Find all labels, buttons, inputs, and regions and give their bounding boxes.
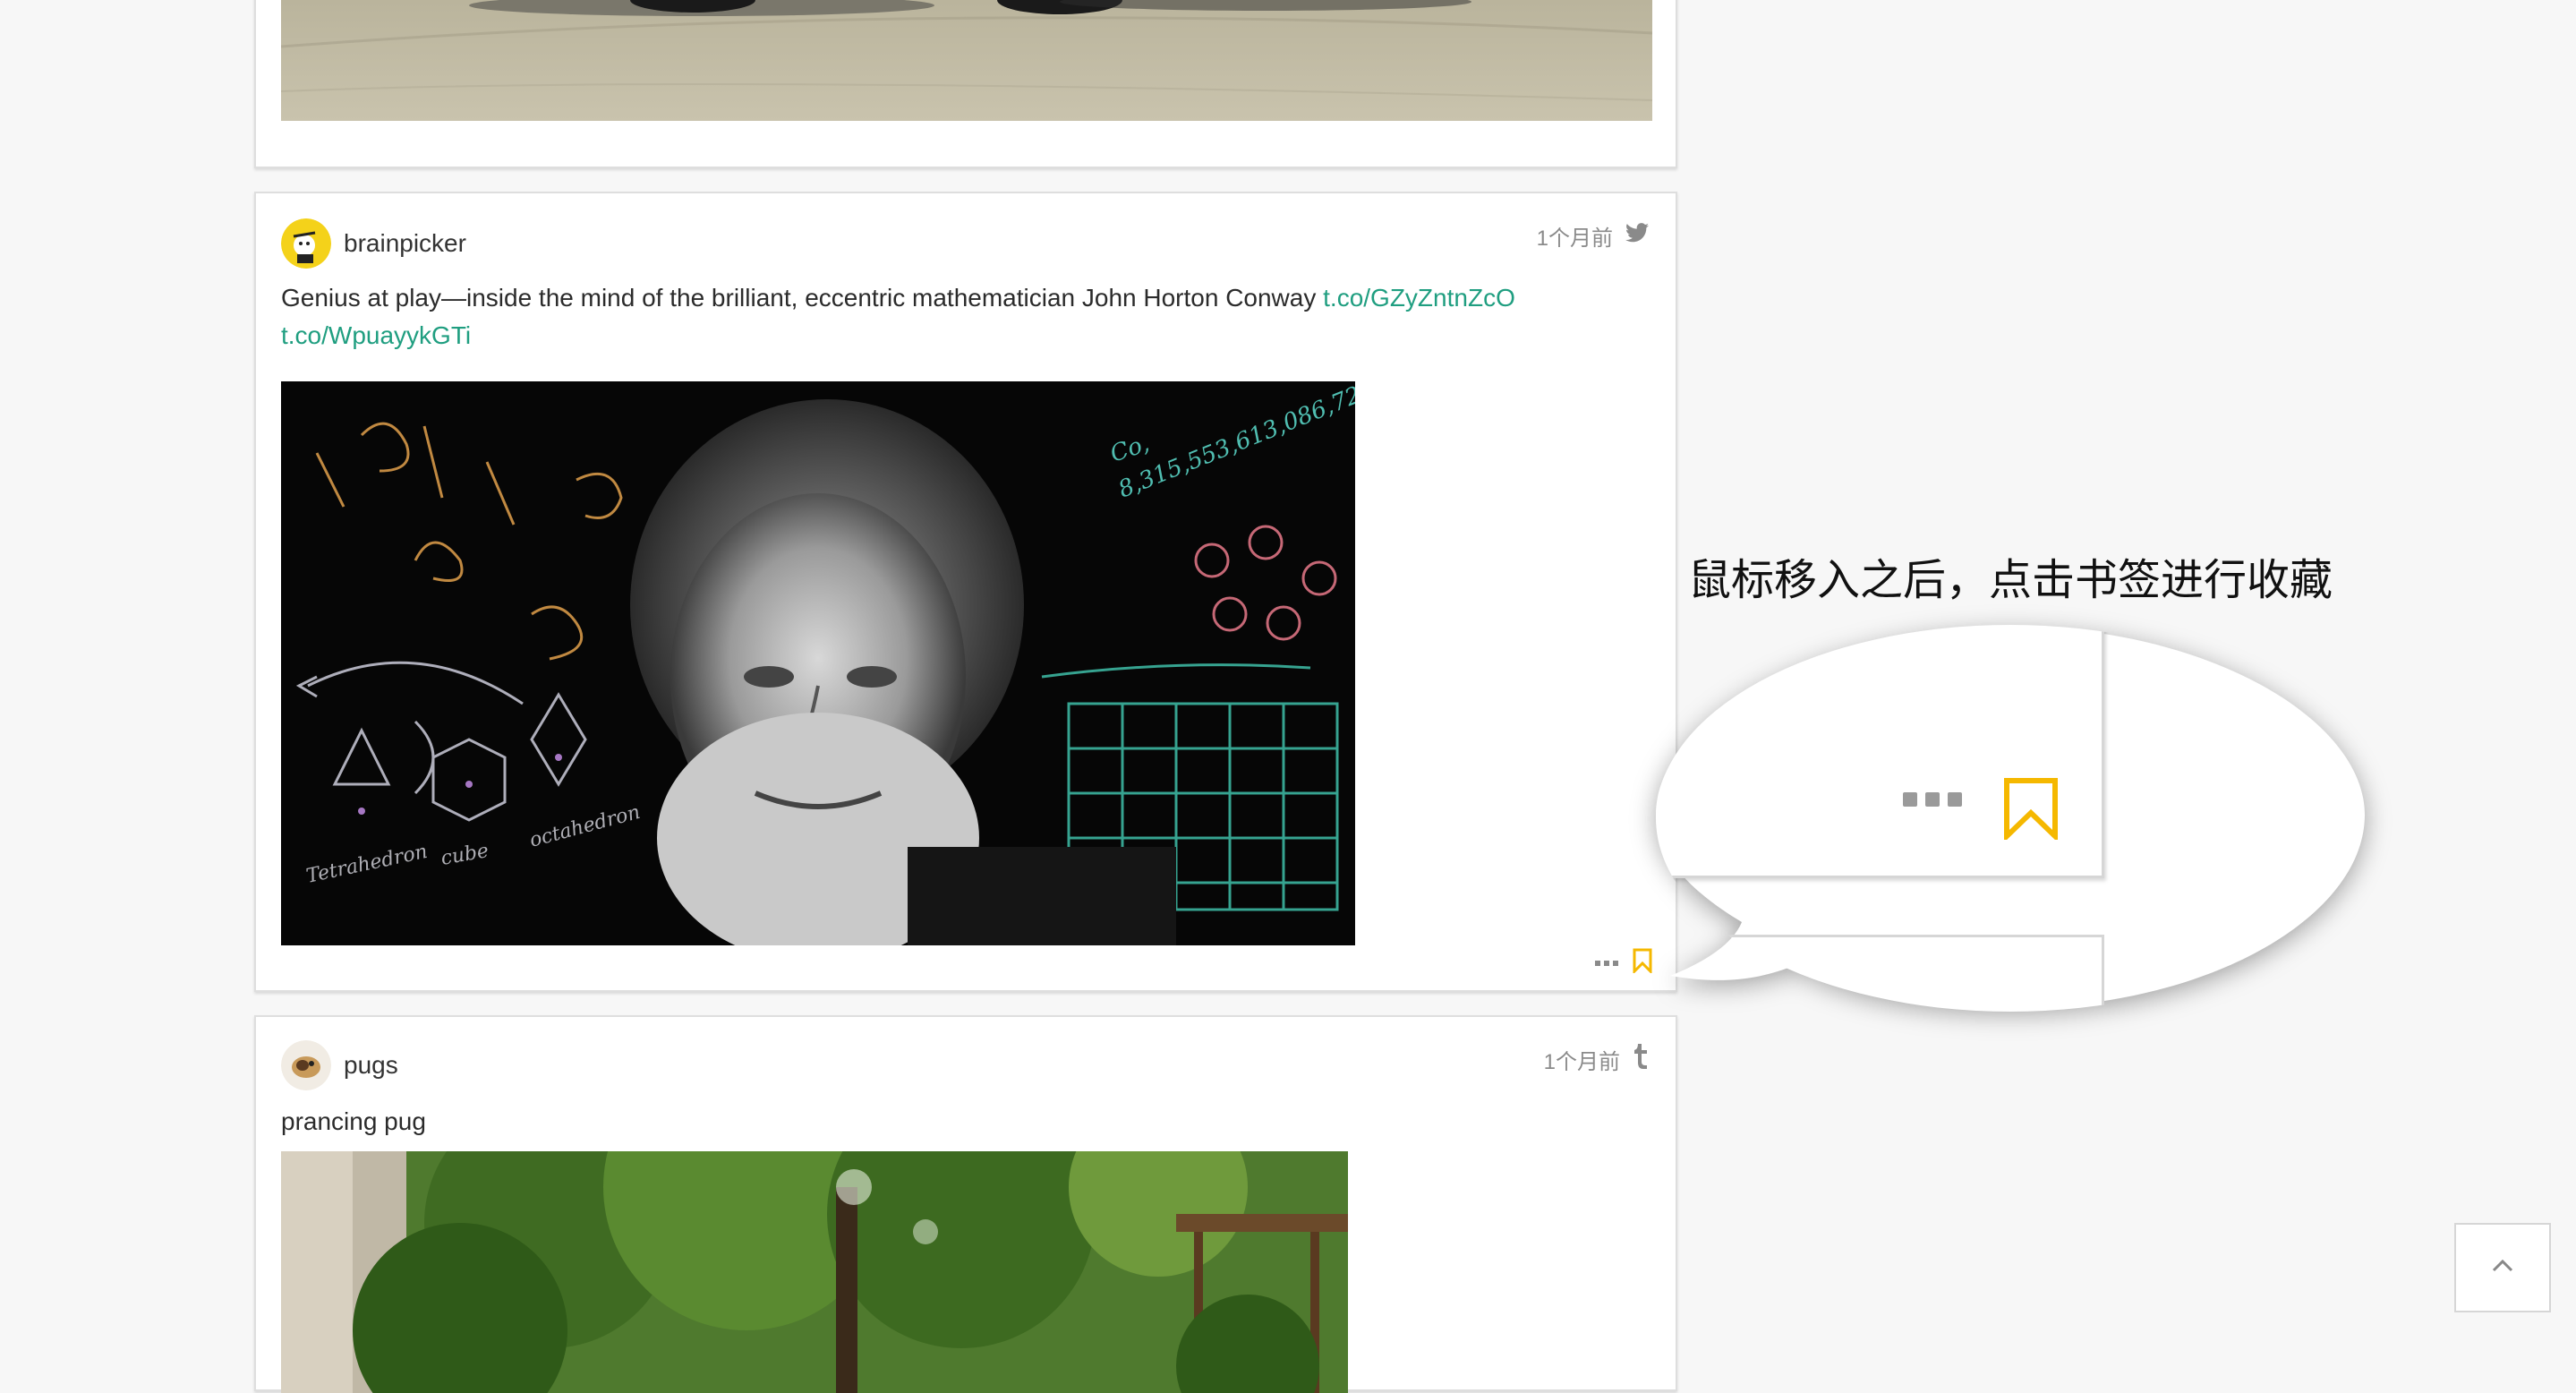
avatar[interactable] [281,218,331,269]
twitter-icon[interactable] [1625,223,1649,249]
annotation-text: 鼠标移入之后，点击书签进行收藏 [1688,555,2333,605]
bookmark-icon[interactable] [2003,777,2059,844]
garden-photo [281,1151,1348,1393]
more-dots-icon[interactable] [1595,955,1618,971]
post-card-brainpicker: brainpicker 1个月前 Genius at play—inside t… [254,192,1677,992]
avatar[interactable] [281,1040,331,1090]
post-time: 1个月前 [1543,1050,1620,1074]
post-card-top [254,0,1677,168]
post-meta: 1个月前 [1537,220,1649,252]
conway-photo: Tetrahedron cube octahedron Co, 8,315,55… [281,381,1355,945]
chevron-up-icon [2492,1259,2513,1278]
post-text-body: Genius at play—inside the mind of the br… [281,284,1324,312]
post-image[interactable]: Tetrahedron cube octahedron Co, 8,315,55… [281,381,1355,945]
post-text: prancing pug [281,1103,426,1141]
post-image[interactable] [281,0,1652,121]
magnified-view [1656,625,2365,1012]
post-text: Genius at play—inside the mind of the br… [281,279,1624,355]
tumblr-icon[interactable] [1633,1044,1649,1075]
post-link-2[interactable]: t.co/WpuayykGTi [281,321,471,349]
back-to-top-button[interactable] [2454,1223,2551,1312]
post-image[interactable] [281,1151,1348,1393]
post-card-pugs: pugs 1个月前 prancing pug [254,1015,1677,1393]
post-text-body: prancing pug [281,1107,426,1135]
magnified-card-next [1656,935,2104,1012]
bookmark-icon[interactable] [1633,948,1652,978]
post-time: 1个月前 [1536,226,1613,251]
post-link-1[interactable]: t.co/GZyZntnZcO [1323,284,1515,312]
username[interactable]: pugs [344,1051,398,1080]
username[interactable]: brainpicker [344,229,466,258]
car-photo [281,0,1652,121]
more-dots-icon[interactable] [1903,791,1962,812]
post-header: brainpicker [281,217,466,270]
post-meta: 1个月前 [1544,1044,1649,1075]
post-actions [1595,948,1652,978]
post-header: pugs [281,1038,398,1092]
